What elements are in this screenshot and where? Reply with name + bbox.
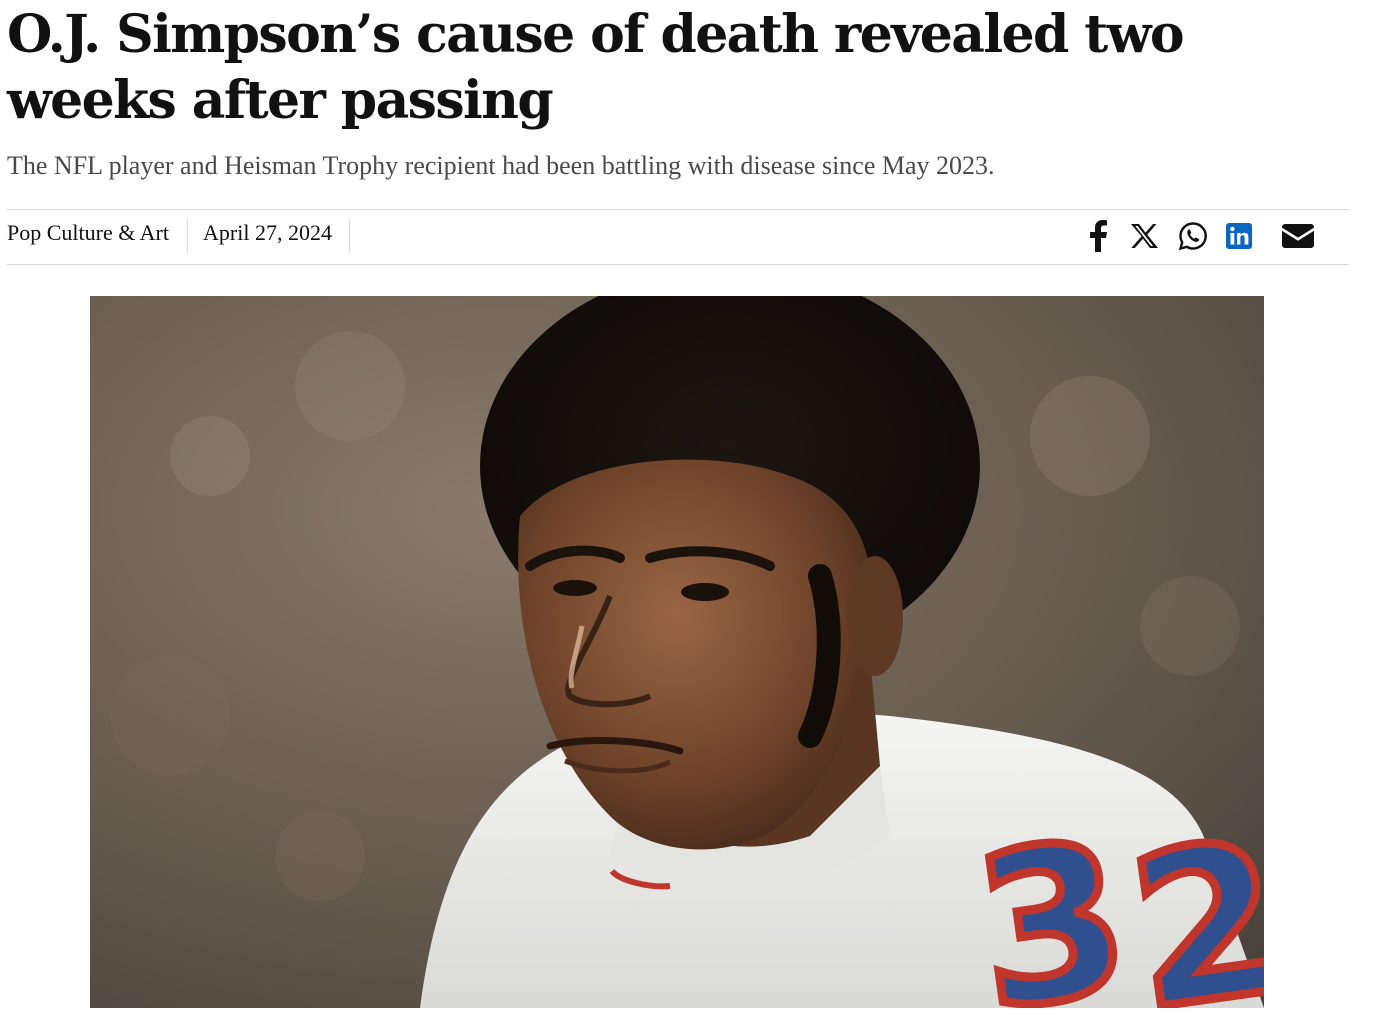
share-email-button[interactable] — [1281, 220, 1315, 252]
article-headline: O.J. Simpson’s cause of death revealed t… — [7, 4, 1185, 131]
hero-image: 3 2 — [90, 296, 1264, 1008]
publish-date: April 27, 2024 — [203, 219, 350, 253]
email-icon — [1282, 224, 1314, 248]
whatsapp-icon — [1178, 222, 1207, 251]
x-icon — [1131, 224, 1158, 248]
share-linkedin-button[interactable] — [1223, 220, 1255, 252]
article-meta-bar: Pop Culture & Art April 27, 2024 — [7, 209, 1349, 265]
article-subheadline: The NFL player and Heisman Trophy recipi… — [7, 151, 995, 180]
share-facebook-button[interactable] — [1083, 220, 1113, 252]
facebook-icon — [1090, 220, 1107, 252]
linkedin-icon — [1226, 223, 1252, 249]
share-whatsapp-button[interactable] — [1177, 220, 1209, 252]
share-x-button[interactable] — [1128, 220, 1160, 252]
category-link[interactable]: Pop Culture & Art — [7, 219, 188, 253]
svg-text:2: 2 — [1118, 795, 1264, 1008]
